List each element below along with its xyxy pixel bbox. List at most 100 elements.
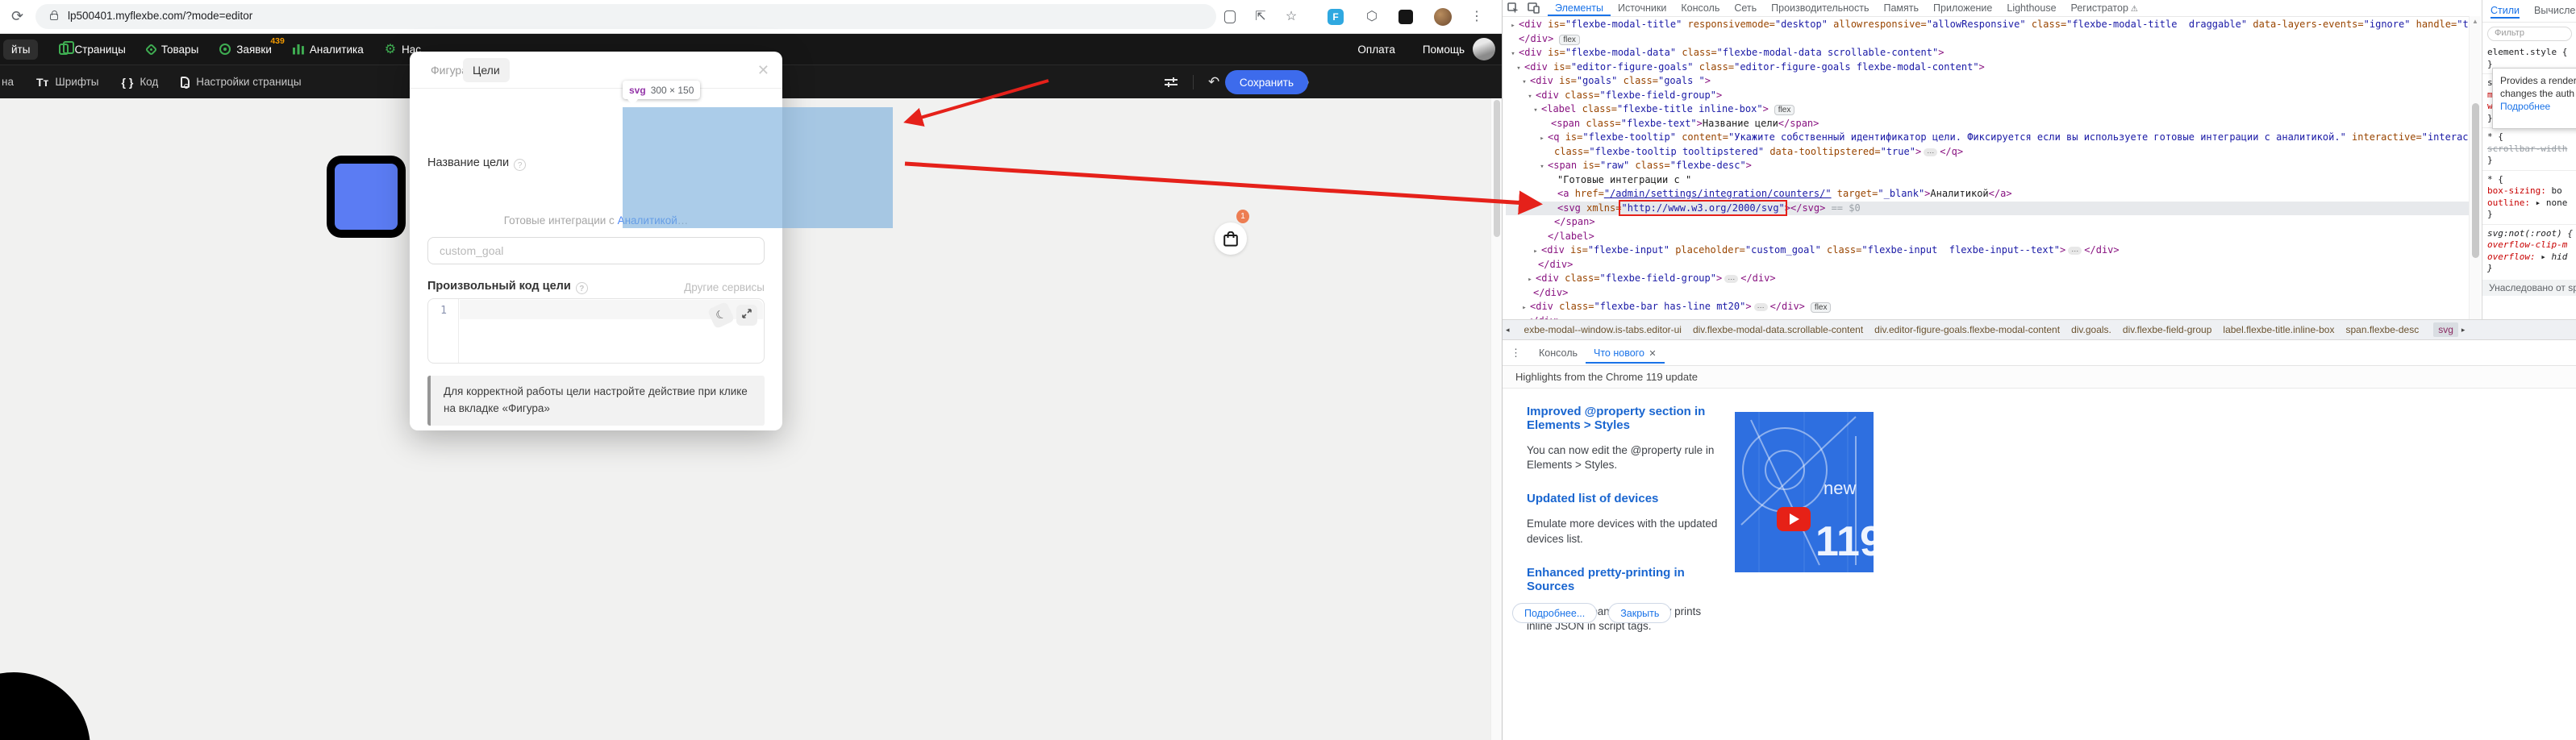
- editor-profile-avatar[interactable]: [1473, 38, 1495, 60]
- share-icon[interactable]: ⇱: [1252, 8, 1269, 26]
- devtools-tab[interactable]: Память: [1877, 1, 1927, 16]
- devtools-tab[interactable]: Сеть: [1727, 1, 1764, 16]
- flex-badge[interactable]: flex: [1811, 302, 1832, 313]
- learn-more-button[interactable]: Подробнее...: [1512, 603, 1597, 623]
- scroll-up-icon[interactable]: ▲: [2472, 18, 2478, 25]
- layout-settings-icon[interactable]: [1164, 76, 1178, 89]
- lock-icon[interactable]: [50, 14, 58, 20]
- nav-item-sites[interactable]: йты: [3, 39, 38, 60]
- undo-icon[interactable]: ↶: [1208, 74, 1219, 90]
- scrollbar-thumb[interactable]: [2472, 103, 2479, 258]
- css-rule-text[interactable]: svg:not(:root) {: [2487, 228, 2572, 240]
- close-icon[interactable]: ✕: [1649, 349, 1656, 359]
- breadcrumb-item[interactable]: label.flexbe-title.inline-box: [2223, 324, 2334, 335]
- toolbar-partial-label[interactable]: на: [2, 76, 14, 88]
- dom-node[interactable]: <span class="flexbe-text">Название цели<…: [1506, 117, 2469, 131]
- figure-shape[interactable]: [327, 156, 406, 238]
- dom-node[interactable]: ▸<div class="flexbe-field-group">⋯</div>: [1506, 272, 2469, 286]
- nav-item-products[interactable]: Товары: [147, 44, 198, 56]
- drawer-tab-console[interactable]: Консоль: [1531, 343, 1586, 364]
- help-circle-icon[interactable]: ?: [514, 159, 526, 171]
- save-page-icon[interactable]: [1224, 10, 1236, 23]
- cart-button[interactable]: 1: [1215, 222, 1247, 255]
- css-rule-text[interactable]: element.style {: [2487, 47, 2572, 59]
- save-button[interactable]: Сохранить: [1225, 70, 1308, 94]
- fonts-button[interactable]: Тт Шрифты: [36, 76, 99, 89]
- nav-item-pages[interactable]: Страницы: [59, 44, 125, 56]
- scrollbar-thumb[interactable]: [1494, 100, 1500, 237]
- dom-node[interactable]: <a href="/admin/settings/integration/cou…: [1506, 187, 2469, 202]
- whats-new-title[interactable]: Updated list of devices: [1527, 492, 1728, 505]
- css-rule-text[interactable]: }: [2487, 155, 2572, 167]
- page-settings-button[interactable]: Настройки страницы: [181, 76, 301, 88]
- help-circle-icon[interactable]: ?: [576, 282, 588, 294]
- extension-dark-icon[interactable]: [1398, 10, 1413, 24]
- drawer-tab-whats-new[interactable]: Что нового ✕: [1586, 343, 1665, 364]
- breadcrumb-item[interactable]: div.flexbe-field-group: [2123, 324, 2212, 335]
- page-scrollbar[interactable]: [1490, 98, 1502, 740]
- css-declaration[interactable]: overflow: ▸ hid: [2487, 252, 2572, 264]
- dom-node[interactable]: ▾<span is="raw" class="flexbe-desc">: [1506, 159, 2469, 173]
- reload-icon[interactable]: ⟳: [11, 8, 23, 25]
- address-bar[interactable]: lp500401.myflexbe.com/?mode=editor: [35, 4, 1216, 29]
- dom-node[interactable]: ▸<div is="flexbe-input" placeholder="cus…: [1506, 243, 2469, 258]
- css-rule-text[interactable]: * {: [2487, 174, 2572, 186]
- breadcrumb-item[interactable]: span.flexbe-desc: [2345, 324, 2419, 335]
- devtools-tab[interactable]: Консоль: [1674, 1, 1727, 16]
- devtools-tab[interactable]: Производительность: [1764, 1, 1876, 16]
- browser-profile-avatar[interactable]: [1434, 8, 1452, 26]
- close-button[interactable]: Закрыть: [1608, 603, 1671, 623]
- styles-filter-input[interactable]: Фильтр: [2487, 27, 2572, 41]
- flex-badge[interactable]: flex: [1774, 105, 1795, 115]
- dom-tree[interactable]: ▸<div is="flexbe-modal-title" responsive…: [1506, 18, 2469, 319]
- crumbs-scroll-right-icon[interactable]: ▸: [2461, 326, 2466, 335]
- dom-node[interactable]: ▾<div is="goals" class="goals ">: [1506, 74, 2469, 89]
- devtools-tab[interactable]: Приложение: [1926, 1, 1999, 16]
- extension-ft-icon[interactable]: F: [1328, 9, 1344, 25]
- breadcrumb-item[interactable]: svg: [2433, 322, 2458, 337]
- dom-node[interactable]: ▸<div class="flexbe-bar has-line mt20">⋯…: [1506, 300, 2469, 314]
- nav-help-link[interactable]: Помощь: [1423, 44, 1465, 56]
- css-rule-text[interactable]: scrollbar-width: [2487, 143, 2572, 156]
- dom-node[interactable]: </span>: [1506, 215, 2469, 230]
- dom-node[interactable]: ▸<div is="flexbe-modal-title" responsive…: [1506, 18, 2469, 32]
- dom-node[interactable]: </div>: [1506, 258, 2469, 272]
- whats-new-video-thumbnail[interactable]: new 119: [1735, 412, 1874, 572]
- black-shape[interactable]: [0, 672, 90, 740]
- dom-node[interactable]: </div>: [1506, 286, 2469, 301]
- elements-scrollbar[interactable]: ▲: [2469, 16, 2481, 319]
- devtools-tab[interactable]: Lighthouse: [1999, 1, 2063, 16]
- extensions-puzzle-icon[interactable]: ⬡: [1363, 8, 1381, 26]
- devtools-tab[interactable]: Источники: [1611, 1, 1674, 16]
- tooltip-more-link[interactable]: Подробнее: [2500, 101, 2550, 112]
- dom-node[interactable]: ▾<label class="flexbe-title inline-box">…: [1506, 102, 2469, 117]
- dom-node[interactable]: class="flexbe-tooltip tooltipstered" dat…: [1506, 145, 2469, 160]
- dom-node[interactable]: ▾<div class="flexbe-field-group">: [1506, 89, 2469, 103]
- tab-computed[interactable]: Вычислен: [2534, 5, 2576, 19]
- crumbs-scroll-left-icon[interactable]: ◂: [1506, 326, 1510, 335]
- css-rule-text[interactable]: }: [2487, 263, 2572, 275]
- url-text[interactable]: lp500401.myflexbe.com/?mode=editor: [68, 10, 252, 22]
- other-services-link[interactable]: Другие сервисы: [684, 281, 765, 293]
- dom-node[interactable]: </div>flex: [1506, 32, 2469, 47]
- whats-new-title[interactable]: Improved @property section in Elements >…: [1527, 405, 1728, 432]
- breadcrumb-item[interactable]: exbe-modal--window.is-tabs.editor-ui: [1524, 324, 1682, 335]
- nav-pay-link[interactable]: Оплата: [1357, 44, 1394, 56]
- css-rule-text[interactable]: }: [2487, 209, 2572, 221]
- devtools-tab[interactable]: Элементы: [1548, 1, 1611, 16]
- devtools-tab[interactable]: Регистратор⚠: [2064, 1, 2145, 16]
- code-button[interactable]: { } Код: [122, 76, 159, 89]
- tab-goals[interactable]: Цели: [463, 58, 510, 82]
- bookmark-star-icon[interactable]: ☆: [1282, 8, 1300, 26]
- breadcrumb-item[interactable]: div.editor-figure-goals.flexbe-modal-con…: [1874, 324, 2060, 335]
- dom-node[interactable]: ▸<q is="flexbe-tooltip" content="Укажите…: [1506, 131, 2469, 145]
- inspect-element-icon[interactable]: [1507, 2, 1519, 15]
- whats-new-title[interactable]: Enhanced pretty-printing in Sources: [1527, 566, 1728, 593]
- css-declaration[interactable]: outline: ▸ none: [2487, 197, 2572, 210]
- css-rule-text[interactable]: Унаследовано от sp: [2482, 280, 2576, 297]
- code-editor[interactable]: 1 ☾: [427, 298, 765, 364]
- browser-menu-icon[interactable]: ⋮: [1468, 8, 1486, 26]
- dom-node[interactable]: ▾<div is="editor-figure-goals" class="ed…: [1506, 60, 2469, 75]
- flex-badge[interactable]: flex: [1559, 35, 1580, 45]
- dom-node[interactable]: "Готовые интеграции с ": [1506, 173, 2469, 188]
